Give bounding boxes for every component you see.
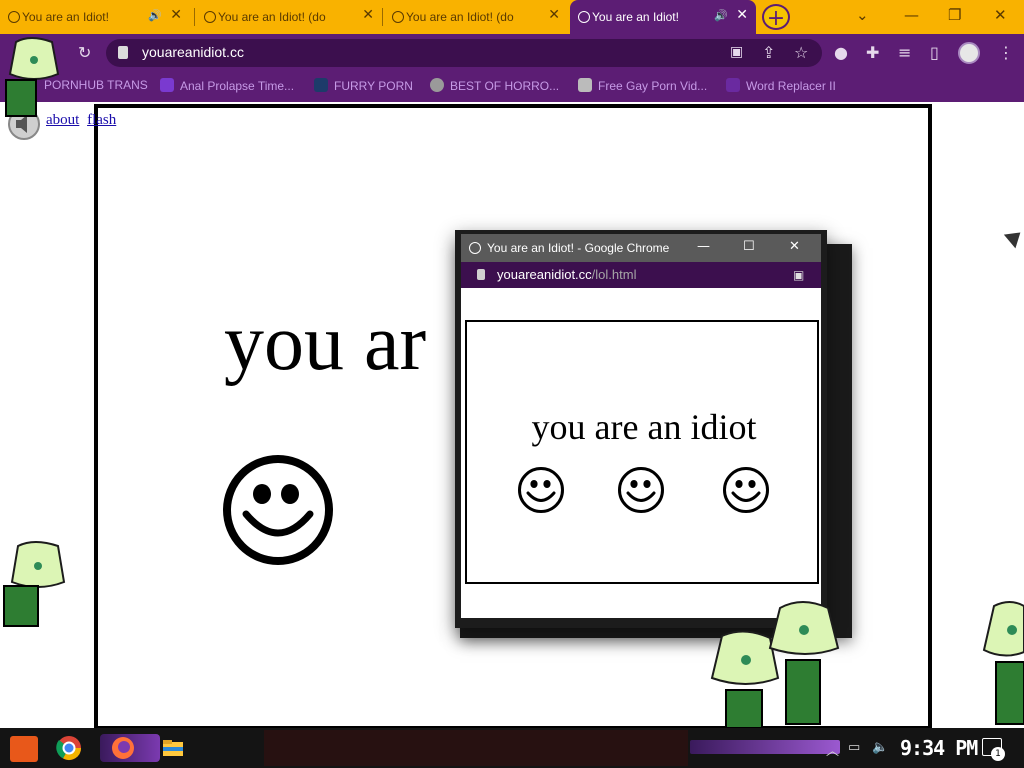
tab-label: You are an Idiot! (do [406, 10, 514, 24]
popup-address-bar[interactable]: youareanidiot.cc/lol.html ▣ [461, 262, 821, 288]
popup-window[interactable]: You are an Idiot! - Google Chrome — ☐ ✕ … [455, 230, 827, 628]
smiley-favicon-icon [469, 242, 481, 254]
smiley-favicon-icon [8, 11, 20, 23]
smiley-favicon-icon [204, 11, 216, 23]
close-tab-icon[interactable]: ✕ [736, 7, 748, 23]
notification-count-badge: 1 [991, 747, 1005, 761]
desktop-pet-character[interactable] [0, 36, 62, 120]
flash-link[interactable]: flash [87, 112, 116, 128]
popup-url-domain: youareanidiot.cc [497, 267, 592, 282]
popup-content: you are an idiot [461, 288, 821, 618]
tab-search-icon[interactable]: ⌄ [856, 6, 869, 24]
bookmark-item[interactable]: FURRY PORN [314, 78, 413, 93]
tab-label: You are an Idiot! [22, 10, 109, 24]
close-window-icon[interactable]: ✕ [994, 6, 1007, 24]
popup-url: youareanidiot.cc/lol.html [497, 267, 636, 282]
main-heading: you ar [224, 299, 427, 387]
popup-heading: you are an idiot [531, 407, 757, 447]
lock-icon[interactable] [118, 46, 128, 59]
bookmark-star-icon[interactable]: ☆ [794, 43, 808, 62]
address-url: youareanidiot.cc [142, 44, 244, 60]
bookmark-icon [314, 78, 328, 92]
menu-kebab-icon[interactable]: ⋮ [998, 43, 1014, 62]
bookmarks-bar: PORNHUB TRANS Anal Prolapse Time... FURR… [0, 72, 1024, 102]
audio-icon[interactable]: 🔊 [714, 9, 728, 22]
volume-icon[interactable]: 🔈 [872, 740, 888, 755]
popup-close-icon[interactable]: ✕ [789, 239, 800, 254]
popup-maximize-icon[interactable]: ☐ [743, 239, 755, 254]
file-explorer-taskbar-icon[interactable] [158, 734, 188, 762]
lock-icon[interactable] [477, 269, 485, 280]
extension-icon [726, 78, 740, 92]
bookmark-item[interactable]: Word Replacer II [726, 78, 836, 93]
clock[interactable]: 9:34 PM [900, 736, 978, 760]
address-bar[interactable]: youareanidiot.cc [106, 39, 822, 67]
restore-icon[interactable]: ❐ [948, 6, 961, 24]
bookmark-item[interactable]: BEST OF HORRO... [430, 78, 559, 93]
close-tab-icon[interactable]: ✕ [548, 7, 560, 23]
popup-frame: you are an idiot [465, 320, 819, 584]
browser-tab[interactable]: You are an Idiot! 🔊 ✕ [0, 0, 190, 34]
minimize-icon[interactable]: — [904, 6, 919, 24]
popup-blocked-icon[interactable]: ▣ [793, 268, 804, 282]
desktop-pet-character[interactable] [980, 600, 1024, 728]
firefox-taskbar-icon[interactable] [100, 734, 160, 762]
browser-tab[interactable]: You are an Idiot! (do ✕ [196, 0, 382, 34]
browser-toolbar: ↻ youareanidiot.cc ▣ ⇪ ☆ ● ✚ ≡ ▯ ⋮ [0, 34, 1024, 72]
tab-separator [194, 8, 195, 26]
desktop-pet-character[interactable] [766, 600, 840, 728]
extensions-puzzle-icon[interactable]: ✚ [866, 43, 879, 62]
popup-blocked-icon[interactable]: ▣ [730, 44, 743, 60]
popup-title: You are an Idiot! - Google Chrome [487, 241, 670, 255]
smiley-face-icon [518, 467, 564, 513]
audio-icon[interactable]: 🔊 [148, 9, 162, 22]
bookmark-label: Anal Prolapse Time... [180, 79, 295, 93]
bookmark-label: FURRY PORN [334, 79, 413, 93]
bookmark-label: BEST OF HORRO... [450, 79, 560, 93]
chrome-taskbar-icon[interactable] [54, 734, 84, 762]
bookmark-icon [578, 78, 592, 92]
tab-separator [382, 8, 383, 26]
profile-avatar[interactable] [958, 42, 980, 64]
bookmark-item[interactable]: Anal Prolapse Time... [160, 78, 294, 93]
tab-label: You are an Idiot! [592, 10, 679, 24]
smiley-face-icon [618, 467, 664, 513]
smiley-favicon-icon [578, 11, 590, 23]
smiley-face-icon [723, 467, 769, 513]
tab-label: You are an Idiot! (do [218, 10, 326, 24]
close-tab-icon[interactable]: ✕ [362, 7, 374, 23]
show-hidden-icons-icon[interactable]: ︿ [826, 740, 839, 759]
browser-tab[interactable]: You are an Idiot! (do ✕ [384, 0, 568, 34]
side-panel-icon[interactable]: ▯ [930, 43, 939, 62]
popup-url-path: /lol.html [591, 267, 637, 282]
popup-minimize-icon[interactable]: — [697, 239, 710, 254]
media-control-icon[interactable]: ≡ [898, 43, 911, 62]
share-icon[interactable]: ⇪ [762, 43, 775, 62]
taskbar-running-app[interactable] [264, 730, 688, 766]
network-icon[interactable]: ▭ [848, 740, 860, 755]
bookmark-item[interactable]: Free Gay Porn Vid... [578, 78, 707, 93]
start-button[interactable] [10, 736, 38, 762]
bookmark-label: Free Gay Porn Vid... [598, 79, 708, 93]
new-tab-button[interactable]: + [762, 4, 790, 31]
extension-avatar-icon[interactable]: ● [834, 43, 848, 62]
taskbar: ︿ ▭ 🔈 9:34 PM 1 [0, 728, 1024, 768]
reload-icon[interactable]: ↻ [78, 43, 91, 62]
close-tab-icon[interactable]: ✕ [170, 7, 182, 23]
bookmark-label: Word Replacer II [746, 79, 836, 93]
smiley-face-icon [223, 455, 333, 565]
bookmark-icon [160, 78, 174, 92]
popup-titlebar[interactable]: You are an Idiot! - Google Chrome — ☐ ✕ [461, 234, 821, 262]
globe-icon [430, 78, 444, 92]
smiley-favicon-icon [392, 11, 404, 23]
desktop-pet-character[interactable] [0, 540, 66, 632]
tab-strip: You are an Idiot! 🔊 ✕ You are an Idiot! … [0, 0, 1024, 34]
browser-tab-active[interactable]: You are an Idiot! 🔊 ✕ [570, 0, 756, 34]
taskbar-decoration [690, 740, 840, 754]
